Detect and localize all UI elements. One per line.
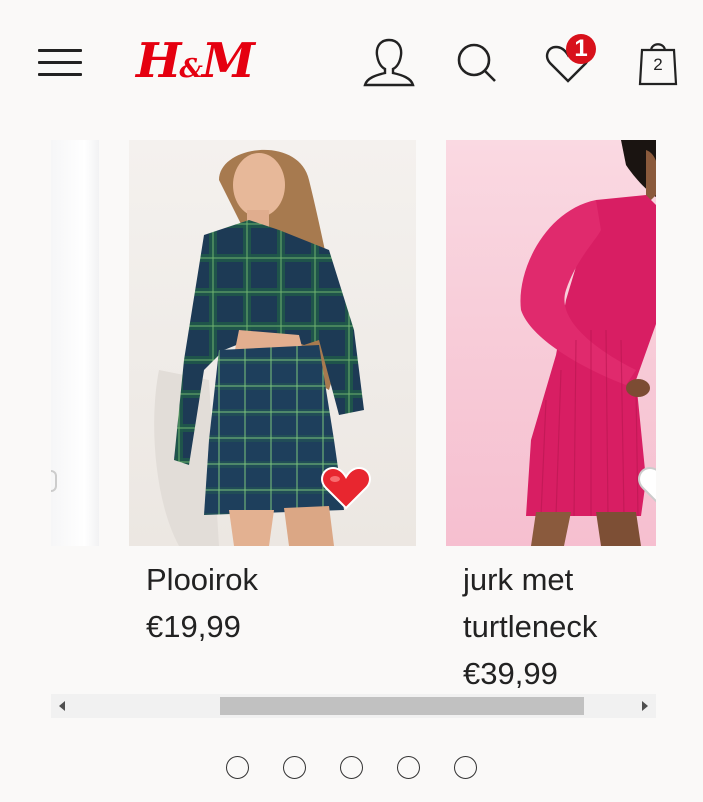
site-header: H&M 1 2 [0,0,703,120]
pagination-dot[interactable] [283,756,306,779]
model-pink-dress-illustration [520,140,656,546]
account-icon[interactable] [362,36,416,88]
product-price: €39,99 [463,656,558,691]
scrollbar-thumb[interactable] [220,697,584,715]
pagination-dot[interactable] [226,756,249,779]
favorite-heart-icon-filled[interactable] [319,464,373,512]
search-icon[interactable] [456,42,498,84]
favorites-count-badge: 1 [566,34,596,64]
previous-product-card[interactable] [51,140,99,546]
product-name[interactable]: jurk met turtleneck [463,556,656,650]
product-price: €19,99 [146,609,241,644]
pagination-dot[interactable] [454,756,477,779]
pagination-dot[interactable] [340,756,363,779]
product-carousel[interactable]: Plooirok €19,99 jurk met turtleneck €39,… [51,140,656,700]
product-card[interactable]: jurk met turtleneck €39,99 [446,140,656,697]
favorite-heart-icon[interactable] [636,464,656,512]
scroll-right-arrow-icon[interactable] [632,694,656,718]
scroll-left-arrow-icon[interactable] [51,694,75,718]
product-image[interactable] [129,140,416,546]
hm-logo[interactable]: H&M [136,30,255,100]
pagination-dot[interactable] [397,756,420,779]
product-name[interactable]: Plooirok [146,556,416,603]
menu-icon[interactable] [38,46,84,78]
carousel-scrollbar[interactable] [51,694,656,718]
product-image[interactable] [446,140,656,546]
cart-count: 2 [653,55,663,74]
previous-favorite-icon[interactable] [51,470,57,492]
carousel-pagination [226,756,486,784]
product-card[interactable]: Plooirok €19,99 [129,140,416,650]
